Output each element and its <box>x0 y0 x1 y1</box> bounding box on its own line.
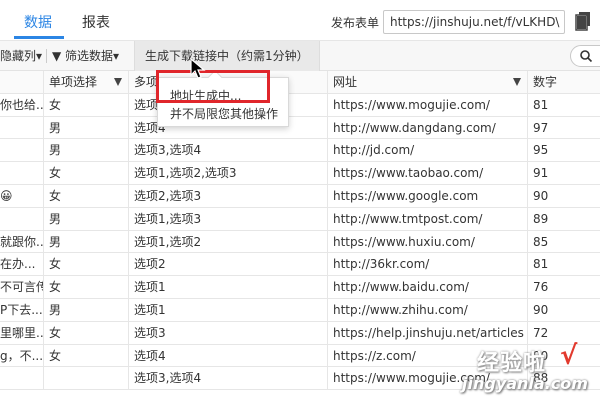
table-cell[interactable]: https://www.google.com <box>327 185 527 208</box>
watermark-url: jingyanla.com <box>462 374 588 393</box>
table-cell[interactable]: 女 <box>43 344 128 368</box>
toolbar: 隐藏列▾ ▼ 筛选数据▾ 生成下载链接中（约需1分钟） <box>0 41 600 71</box>
table-cell[interactable] <box>0 208 43 231</box>
table-cell[interactable]: 76 <box>527 276 600 299</box>
table-cell[interactable]: http://jd.com/ <box>327 139 527 163</box>
table-cell[interactable]: 选项4 <box>128 344 327 368</box>
search-icon <box>580 50 593 63</box>
generate-download-link-button[interactable]: 生成下载链接中（约需1分钟） <box>134 41 320 71</box>
table-cell[interactable]: 选项2 <box>128 253 327 277</box>
table-cell[interactable]: 90 <box>527 185 600 208</box>
table-cell[interactable]: 选项3,选项4 <box>128 139 327 163</box>
column-header-label: 单项选择 <box>49 75 98 89</box>
table-cell[interactable]: 女 <box>43 276 128 299</box>
table-row[interactable]: 女选项1,选项2,选项3 https://www.taobao.com/91 <box>0 162 600 185</box>
table-cell[interactable]: 男 <box>43 116 128 140</box>
table-cell[interactable]: 选项1,选项2,选项3 <box>128 162 327 185</box>
table-cell[interactable]: 男 <box>43 139 128 163</box>
tab-report[interactable]: 报表 <box>82 12 110 32</box>
table-cell[interactable] <box>0 162 43 185</box>
table-cell[interactable]: 81 <box>527 93 600 117</box>
table-cell[interactable]: 选项1,选项3 <box>128 207 327 231</box>
table-cell[interactable]: 95 <box>527 139 600 163</box>
table-cell[interactable]: 选项1 <box>128 299 327 322</box>
table-cell[interactable]: 89 <box>527 207 600 231</box>
table-cell[interactable]: 选项2,选项3 <box>128 185 327 208</box>
table-row[interactable]: 😀 女选项2,选项3 https://www.google.com 90 <box>0 185 600 208</box>
table-cell[interactable]: g，不... <box>0 345 43 368</box>
table-cell[interactable]: http://www.zhihu.com/ <box>327 299 527 322</box>
popup-hint-text: 并不局限您其他操作 <box>170 107 279 121</box>
table-row[interactable]: 里哪里... 女选项3 https://help.jinshuju.net/arti… <box>0 321 600 345</box>
column-header-single-choice[interactable]: 单项选择 <box>43 71 128 94</box>
table-row[interactable]: 在办... 女选项2 http://36kr.com/81 <box>0 253 600 277</box>
table-cell[interactable]: https://www.huxiu.com/ <box>327 230 527 254</box>
column-header-label: 网址 <box>333 75 358 89</box>
form-url-field[interactable]: https://jinshuju.net/f/vLKHD\ <box>383 10 565 34</box>
toolbar-divider <box>46 49 47 63</box>
active-tab-indicator <box>14 36 64 39</box>
table-cell[interactable]: 女 <box>43 253 128 277</box>
table-cell[interactable]: 女 <box>43 93 128 117</box>
table-cell[interactable]: 选项3,选项4 <box>128 367 327 391</box>
table-cell[interactable]: 男 <box>43 299 128 322</box>
watermark-text: 经验啦 <box>477 351 547 376</box>
publish-form-label: 发布表单 <box>331 16 380 30</box>
table-header-row: 单项选择 多项 网址 数字 <box>0 71 600 94</box>
tab-data[interactable]: 数据 <box>24 12 52 32</box>
watermark-check-icon: √ <box>560 341 578 371</box>
table-cell[interactable]: 女 <box>43 162 128 185</box>
table-cell[interactable]: 选项3 <box>128 321 327 345</box>
table-cell[interactable] <box>0 139 43 162</box>
table-cell[interactable]: 女 <box>43 185 128 208</box>
table-cell[interactable]: P下去... <box>0 299 43 322</box>
table-cell[interactable]: 90 <box>527 299 600 322</box>
table-cell[interactable]: https://help.jinshuju.net/articles <box>327 321 527 345</box>
table-cell[interactable] <box>0 117 43 140</box>
table-cell[interactable]: 不可言传 <box>0 276 43 299</box>
table-row[interactable]: 男选项4 http://www.dangdang.com/97 <box>0 116 600 140</box>
table-cell[interactable]: 选项1,选项2 <box>128 230 327 254</box>
table-cell[interactable]: https://www.mogujie.com/ <box>327 93 527 117</box>
copy-document-icon[interactable] <box>575 11 591 31</box>
filter-data-button[interactable]: ▼ 筛选数据▾ <box>52 41 119 71</box>
table-cell[interactable]: 男 <box>43 207 128 231</box>
table-row[interactable]: 就跟你... 男选项1,选项2 https://www.huxiu.com/85 <box>0 230 600 254</box>
table-cell[interactable]: 91 <box>527 162 600 185</box>
table-row[interactable]: 男选项1,选项3 http://www.tmtpost.com/89 <box>0 207 600 231</box>
mouse-pointer-icon <box>190 58 206 79</box>
top-bar: 数据 报表 发布表单 https://jinshuju.net/f/vLKHD\ <box>0 0 600 41</box>
table-cell[interactable] <box>0 367 43 390</box>
sort-arrow-icon[interactable] <box>513 78 521 86</box>
table-cell[interactable]: http://36kr.com/ <box>327 253 527 277</box>
table-row[interactable]: P下去... 男选项1 http://www.zhihu.com/90 <box>0 299 600 322</box>
table-cell[interactable]: http://www.baidu.com/ <box>327 276 527 299</box>
table-cell[interactable]: 里哪里... <box>0 322 43 345</box>
table-cell[interactable]: 97 <box>527 116 600 140</box>
table-cell[interactable]: 选项1 <box>128 276 327 299</box>
column-header-url[interactable]: 网址 <box>327 71 527 94</box>
table-cell[interactable]: http://www.dangdang.com/ <box>327 116 527 140</box>
table-cell[interactable]: 就跟你... <box>0 231 43 254</box>
table-cell[interactable]: 81 <box>527 253 600 277</box>
table-cell[interactable]: 😀 <box>0 185 43 208</box>
table-cell[interactable]: 男 <box>43 230 128 254</box>
search-button[interactable] <box>570 45 600 67</box>
table-cell[interactable]: http://www.tmtpost.com/ <box>327 207 527 231</box>
table-cell[interactable]: 在办... <box>0 253 43 276</box>
table-row[interactable]: 不可言传女选项1 http://www.baidu.com/76 <box>0 276 600 299</box>
table-cell[interactable] <box>43 367 128 391</box>
column-header-number[interactable]: 数字 <box>527 71 600 94</box>
column-header[interactable] <box>0 71 43 94</box>
table-cell[interactable]: 你也给... <box>0 94 43 117</box>
sort-arrow-icon[interactable] <box>114 78 122 86</box>
table-row[interactable]: 你也给... 女选项3 https://www.mogujie.com/81 <box>0 93 600 117</box>
table-row[interactable]: 男选项3,选项4 http://jd.com/95 <box>0 139 600 163</box>
table-cell[interactable]: https://www.taobao.com/ <box>327 162 527 185</box>
table-cell[interactable]: 85 <box>527 230 600 254</box>
red-highlight-box <box>156 70 270 103</box>
table-cell[interactable]: 女 <box>43 321 128 345</box>
hidden-columns-button[interactable]: 隐藏列▾ <box>0 41 42 71</box>
